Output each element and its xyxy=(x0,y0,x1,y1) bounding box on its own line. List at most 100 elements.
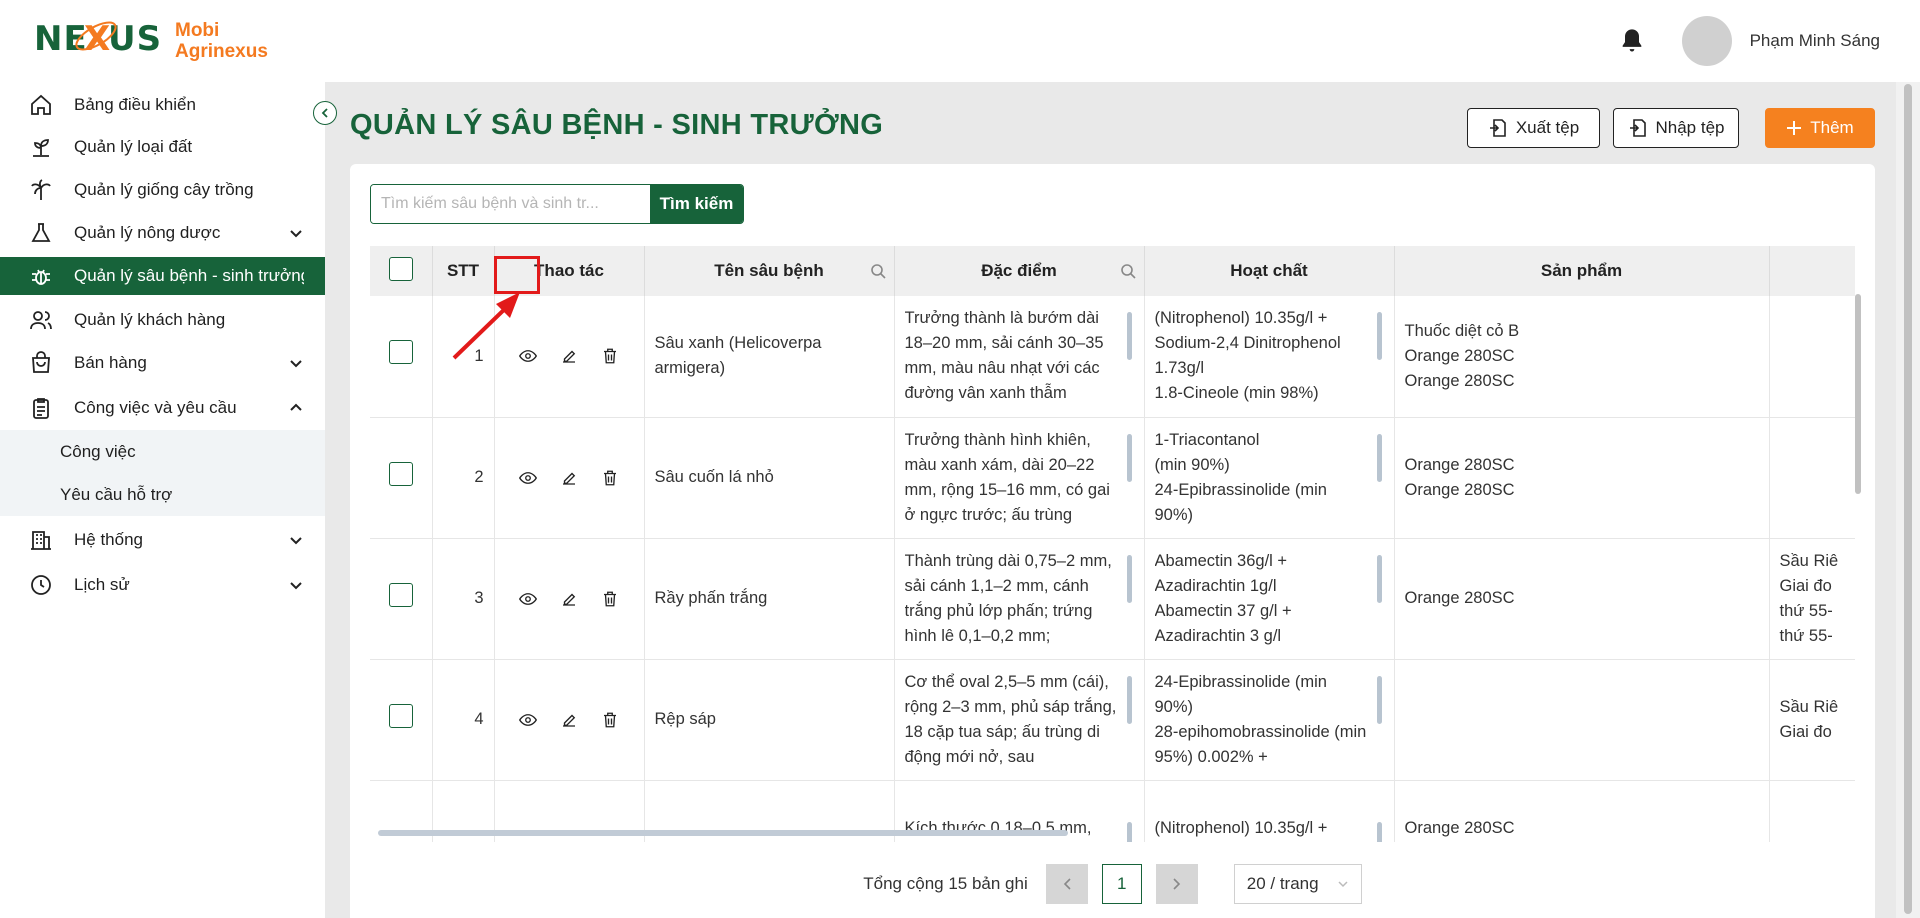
row-extra: Sầu Riê Giai đo thứ 55- thứ 55- xyxy=(1769,538,1855,660)
file-import-icon xyxy=(1629,119,1646,137)
sidebar-collapse-button[interactable] xyxy=(313,101,337,125)
prev-page-button[interactable] xyxy=(1045,864,1088,904)
edit-icon[interactable] xyxy=(557,708,581,732)
cell-scrollbar[interactable] xyxy=(1126,675,1132,724)
page-scrollbar-thumb[interactable] xyxy=(1904,84,1912,914)
row-extra: Sầu Riê Giai đo xyxy=(1769,659,1855,781)
view-icon[interactable] xyxy=(516,466,540,490)
cell-scrollbar[interactable] xyxy=(1376,675,1382,724)
edit-icon[interactable] xyxy=(557,587,581,611)
row-actions xyxy=(494,659,645,781)
delete-icon[interactable] xyxy=(598,466,622,490)
sidebar-item-pesticides[interactable]: Quản lý nông dược xyxy=(0,214,325,252)
user-name[interactable]: Phạm Minh Sáng xyxy=(1750,31,1880,51)
export-button[interactable]: Xuất tệp xyxy=(1467,108,1600,148)
vertical-scrollbar[interactable] xyxy=(1855,294,1861,494)
sprout-icon xyxy=(28,134,54,160)
delete-icon[interactable] xyxy=(598,708,622,732)
chevron-left-icon xyxy=(321,108,328,118)
horizontal-scrollbar[interactable] xyxy=(378,830,1068,836)
row-features: Cơ thể oval 2,5–5 mm (cái), rộng 2–3 mm,… xyxy=(894,659,1145,781)
edit-icon[interactable] xyxy=(557,344,581,368)
row-select-cell xyxy=(370,659,433,781)
add-button[interactable]: Thêm xyxy=(1765,108,1875,148)
cell-scrollbar[interactable] xyxy=(1126,821,1132,842)
logo-mark: NE X US xyxy=(34,12,161,70)
bug-icon xyxy=(28,263,54,289)
chevron-up-icon xyxy=(290,403,302,411)
row-checkbox[interactable] xyxy=(388,461,413,486)
cell-scrollbar[interactable] xyxy=(1126,554,1132,603)
row-checkbox[interactable] xyxy=(388,703,413,728)
import-button[interactable]: Nhập tệp xyxy=(1613,108,1739,148)
cell-scrollbar[interactable] xyxy=(1376,312,1382,361)
row-checkbox[interactable] xyxy=(388,340,413,365)
sidebar-item-customers[interactable]: Quản lý khách hàng xyxy=(0,301,325,339)
ingredients-text: (Nitrophenol) 10.35g/l + Sodium-2,4 Dini… xyxy=(1154,818,1328,837)
column-header-products: Sản phẩm xyxy=(1394,246,1770,296)
clock-icon xyxy=(28,572,54,598)
delete-icon[interactable] xyxy=(598,344,622,368)
logo-text: Mobi Agrinexus xyxy=(175,20,268,62)
sidebar-item-sales[interactable]: Bán hàng xyxy=(0,344,325,382)
row-products: Thuốc diệt cỏ B Orange 280SC Orange 280S… xyxy=(1394,296,1770,418)
row-features: Thành trùng dài 0,75–2 mm, sải cánh 1,1–… xyxy=(894,538,1145,660)
cell-scrollbar[interactable] xyxy=(1126,433,1132,482)
current-page[interactable]: 1 xyxy=(1101,864,1142,904)
view-icon[interactable] xyxy=(516,708,540,732)
sidebar-item-label: Quản lý loại đất xyxy=(74,137,193,156)
sidebar-item-pests[interactable]: Quản lý sâu bệnh - sinh trưởng xyxy=(0,257,325,295)
search-box: Tìm kiếm xyxy=(370,184,744,224)
column-header-label: Tên sâu bệnh xyxy=(714,261,824,280)
table-row[interactable]: 1 Sâu xanh (Helicoverpa armigera) Trưởng t… xyxy=(370,296,1855,418)
cell-scrollbar[interactable] xyxy=(1376,433,1382,482)
sidebar-item-system[interactable]: Hệ thống xyxy=(0,521,325,559)
edit-icon[interactable] xyxy=(557,466,581,490)
column-header-label: Đặc điểm xyxy=(981,261,1057,280)
bell-icon[interactable] xyxy=(1618,27,1646,55)
sidebar-item-soil[interactable]: Quản lý loại đất xyxy=(0,128,325,166)
table-row[interactable]: 3 Rầy phấn trắng Thành trùng dài 0,75–2 mm… xyxy=(370,538,1855,660)
next-page-button[interactable] xyxy=(1155,864,1198,904)
sidebar-item-label: Lịch sử xyxy=(74,575,130,594)
cell-scrollbar[interactable] xyxy=(1376,554,1382,603)
app-logo[interactable]: NE X US Mobi Agrinexus xyxy=(34,12,268,70)
chevron-left-icon xyxy=(1063,878,1071,890)
column-header-extra xyxy=(1769,246,1855,296)
avatar[interactable] xyxy=(1681,16,1732,66)
column-header-name[interactable]: Tên sâu bệnh xyxy=(644,246,895,296)
table-row[interactable]: 4 Rệp sáp Cơ thể oval 2,5–5 mm (cái), rộng… xyxy=(370,659,1855,781)
sidebar-item-seeds[interactable]: Quản lý giống cây trồng xyxy=(0,171,325,209)
row-stt: 4 xyxy=(432,659,495,781)
cell-scrollbar[interactable] xyxy=(1376,821,1382,842)
row-select-cell xyxy=(370,417,433,539)
sidebar-subitem-support[interactable]: Yêu cầu hỗ trợ xyxy=(0,473,325,516)
sidebar: Bảng điều khiển Quản lý loại đất Quản lý… xyxy=(0,82,325,918)
sidebar-item-dashboard[interactable]: Bảng điều khiển xyxy=(0,86,325,124)
search-button[interactable]: Tìm kiếm xyxy=(650,185,743,223)
delete-icon[interactable] xyxy=(598,587,622,611)
table-row[interactable]: 2 Sâu cuốn lá nhỏ Trưởng thành hình khiên,… xyxy=(370,417,1855,539)
ingredients-text: 24-Epibrassinolide (min 90%) 28-epihomob… xyxy=(1154,672,1367,766)
ingredients-text: 1-Triacontanol (min 90%) 24-Epibrassinol… xyxy=(1154,430,1327,524)
search-icon[interactable] xyxy=(870,263,886,279)
view-icon[interactable] xyxy=(516,587,540,611)
search-icon[interactable] xyxy=(1120,263,1136,279)
pointer-arrow-icon xyxy=(452,292,520,360)
row-checkbox[interactable] xyxy=(388,582,413,607)
row-products: Orange 280SC Orange 280SC xyxy=(1394,780,1770,842)
column-header-features[interactable]: Đặc điểm xyxy=(894,246,1145,296)
row-select-cell xyxy=(370,296,433,418)
search-input[interactable] xyxy=(371,185,650,223)
plus-icon xyxy=(1787,121,1802,135)
logo-line-2: Agrinexus xyxy=(175,41,268,62)
cell-scrollbar[interactable] xyxy=(1126,312,1132,361)
sidebar-item-tasks-requests[interactable]: Công việc và yêu cầu xyxy=(0,389,325,427)
sidebar-item-history[interactable]: Lịch sử xyxy=(0,566,325,604)
features-text: Kích thước 0,18–0,5 mm, hình bầu dục, 8 … xyxy=(904,818,1092,837)
select-all-checkbox[interactable] xyxy=(388,256,413,281)
select-all-header xyxy=(370,246,433,296)
page-size-select[interactable]: 20 / trang xyxy=(1233,864,1362,904)
sidebar-subitem-tasks[interactable]: Công việc xyxy=(0,430,325,473)
page-scrollbar[interactable] xyxy=(1896,82,1920,918)
